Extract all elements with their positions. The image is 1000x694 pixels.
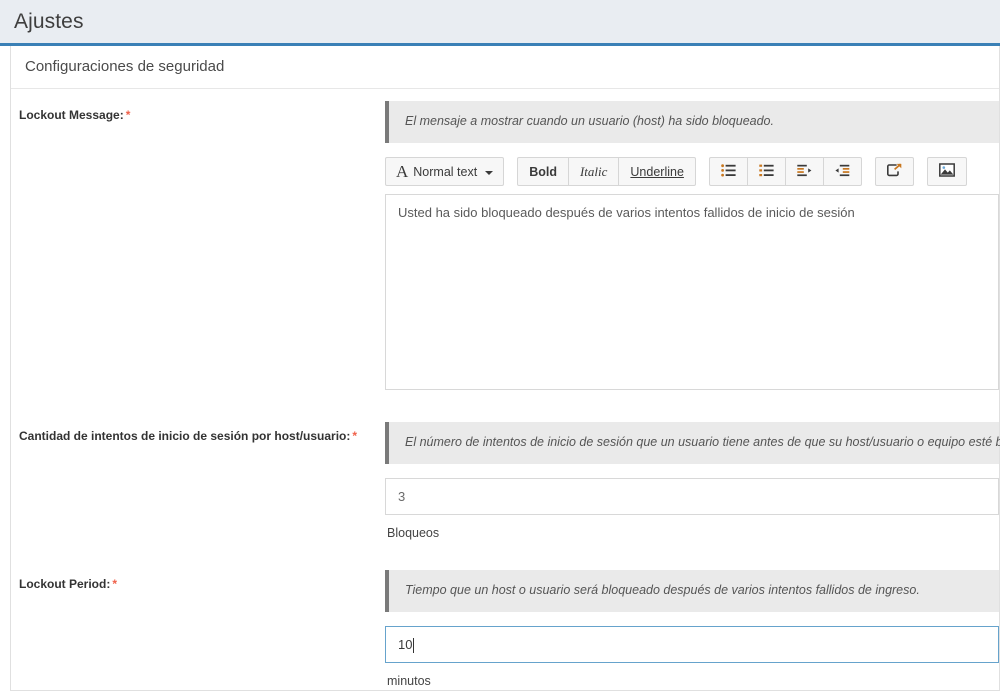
format-button-group: Bold Italic Underline xyxy=(517,157,696,186)
underline-button[interactable]: Underline xyxy=(618,157,696,186)
form-row-login-attempts: Cantidad de intentos de inicio de sesión… xyxy=(11,410,1000,540)
label-lockout-message: Lockout Message: xyxy=(19,108,124,122)
text-style-label: Normal text xyxy=(413,164,478,179)
help-text: El mensaje a mostrar cuando un usuario (… xyxy=(405,114,774,128)
help-block-login-attempts: El número de intentos de inicio de sesió… xyxy=(385,422,1000,464)
bold-button[interactable]: Bold xyxy=(517,157,569,186)
form-row-lockout-message: Lockout Message: * El mensaje a mostrar c… xyxy=(11,89,999,390)
settings-panel: Configuraciones de seguridad Lockout Mes… xyxy=(10,46,1000,691)
help-block-lockout-period: Tiempo que un host o usuario será bloque… xyxy=(385,570,999,612)
login-attempts-unit: Bloqueos xyxy=(387,526,440,540)
text-style-dropdown[interactable]: A Normal text xyxy=(385,157,505,186)
outdent-icon xyxy=(835,164,850,180)
italic-button[interactable]: Italic xyxy=(567,157,620,186)
panel-body: Lockout Message: * El mensaje a mostrar c… xyxy=(11,89,1000,688)
ordered-list-button[interactable] xyxy=(746,157,786,186)
link-icon xyxy=(886,163,902,180)
lockout-message-editor[interactable]: Usted ha sido bloqueado después de vario… xyxy=(385,194,999,390)
text-cursor xyxy=(413,638,415,653)
label-col-lockout-period: Lockout Period: * xyxy=(11,558,385,592)
row-spacer xyxy=(11,390,999,410)
indent-button[interactable] xyxy=(784,157,824,186)
editor-toolbar: A Normal text Bold Italic Underline xyxy=(385,157,999,194)
lockout-message-value: Usted ha sido bloqueado después de vario… xyxy=(398,205,855,220)
field-col-lockout-message: El mensaje a mostrar cuando un usuario (… xyxy=(385,89,999,390)
outdent-button[interactable] xyxy=(822,157,862,186)
login-attempts-input[interactable]: 3 xyxy=(385,478,999,515)
field-col-login-attempts: El número de intentos de inicio de sesió… xyxy=(385,410,1000,540)
help-text: El número de intentos de inicio de sesió… xyxy=(405,435,1000,449)
page-title: Ajustes xyxy=(14,9,84,33)
unordered-list-button[interactable] xyxy=(708,157,748,186)
image-button[interactable] xyxy=(926,157,967,186)
lockout-period-value: 10 xyxy=(398,637,413,652)
row-spacer xyxy=(11,540,999,558)
label-col-lockout-message: Lockout Message: * xyxy=(11,89,385,123)
lockout-period-input[interactable]: 10 xyxy=(385,626,999,663)
label-col-login-attempts: Cantidad de intentos de inicio de sesión… xyxy=(11,410,385,444)
panel-title: Configuraciones de seguridad xyxy=(25,58,225,75)
font-style-icon: A xyxy=(396,162,409,181)
list-button-group xyxy=(708,157,862,186)
form-row-lockout-period: Lockout Period: * Tiempo que un host o us… xyxy=(11,558,999,688)
login-attempts-value: 3 xyxy=(398,489,406,504)
ordered-list-icon xyxy=(759,164,774,180)
field-col-lockout-period: Tiempo que un host o usuario será bloque… xyxy=(385,558,999,688)
unordered-list-icon xyxy=(721,163,736,180)
help-block-lockout-message: El mensaje a mostrar cuando un usuario (… xyxy=(385,101,999,143)
required-marker: * xyxy=(352,429,358,443)
rich-text-editor: A Normal text Bold Italic Underline Uste… xyxy=(385,157,999,390)
lockout-period-unit: minutos xyxy=(387,674,431,688)
chevron-down-icon xyxy=(485,170,494,175)
help-text: Tiempo que un host o usuario será bloque… xyxy=(405,583,920,597)
page-header: Ajustes xyxy=(0,0,1000,46)
image-icon xyxy=(938,163,955,180)
indent-icon xyxy=(797,164,812,180)
required-marker: * xyxy=(112,577,118,591)
link-button[interactable] xyxy=(874,157,914,186)
panel-heading: Configuraciones de seguridad xyxy=(11,46,999,89)
label-lockout-period: Lockout Period: xyxy=(19,577,111,591)
required-marker: * xyxy=(125,108,131,122)
label-login-attempts: Cantidad de intentos de inicio de sesión… xyxy=(19,429,351,443)
